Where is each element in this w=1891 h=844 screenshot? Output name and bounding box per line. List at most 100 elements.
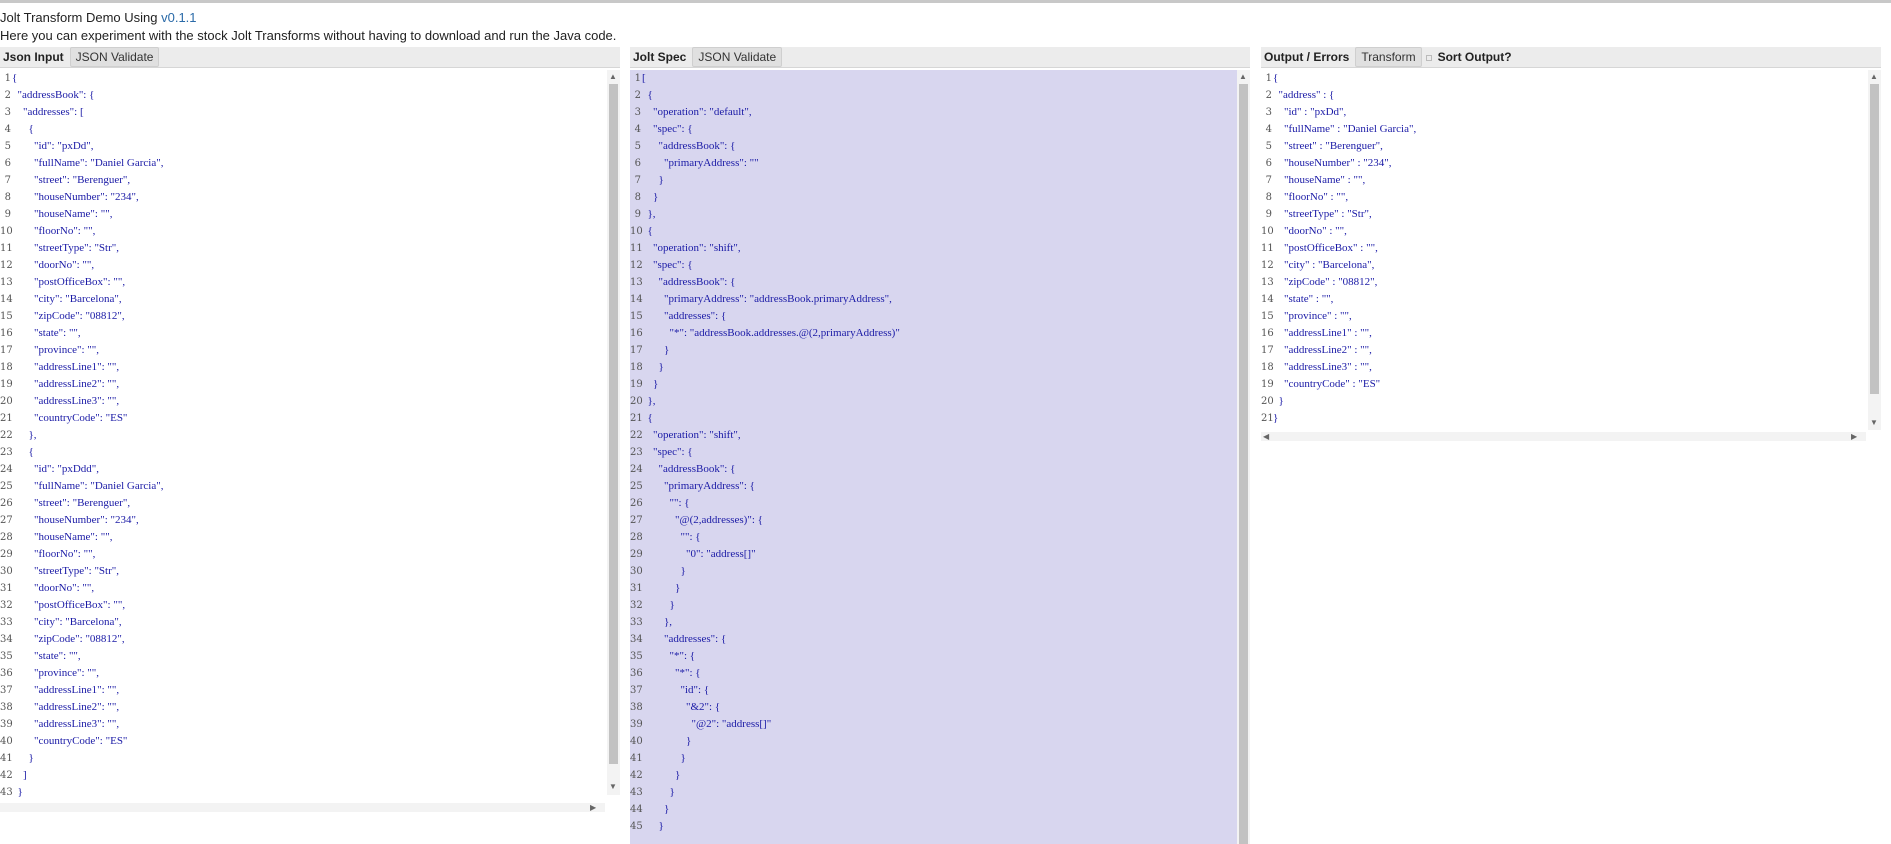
line-number: 15 — [1261, 311, 1274, 322]
spec-code[interactable]: [ { "operation": "default", "spec": { "a… — [642, 70, 1236, 835]
line-number: 45 — [630, 821, 643, 832]
scrollbar-thumb[interactable] — [609, 84, 618, 764]
input-editor[interactable]: 1 2 3 4 5 6 7 8 9 10 11 12 13 14 15 16 17 18 19 20 21 22 23 24 2… — [0, 70, 620, 815]
code-line: "@(2,addresses)": { — [642, 514, 763, 526]
code-line: "addressLine1" : "", — [1273, 327, 1372, 339]
code-line: ] — [12, 769, 27, 781]
line-number: 16 — [630, 328, 643, 339]
code-line: } — [642, 820, 664, 832]
output-panel-title: Output / Errors — [1264, 50, 1350, 64]
output-code[interactable]: { "address" : { "id" : "pxDd", "fullName… — [1273, 70, 1867, 427]
spec-vertical-scrollbar[interactable]: ▲ — [1237, 70, 1250, 844]
output-horizontal-scrollbar[interactable]: ◀ ▶ — [1261, 432, 1866, 441]
scroll-left-arrow[interactable]: ◀ — [1263, 432, 1269, 442]
code-line: "zipCode": "08812", — [12, 310, 125, 322]
code-line: "addressLine2" : "", — [1273, 344, 1372, 356]
line-number: 7 — [1265, 175, 1272, 186]
code-line: "city": "Barcelona", — [12, 293, 122, 305]
line-number: 2 — [4, 90, 11, 101]
output-editor[interactable]: 1 2 3 4 5 6 7 8 9 10 11 12 13 14 15 16 17 18 19 20 21 { "add… — [1261, 70, 1881, 450]
line-number: 13 — [1261, 277, 1274, 288]
scroll-right-arrow[interactable]: ▶ — [590, 803, 596, 813]
code-line: "floorNo" : "", — [1273, 191, 1349, 203]
scroll-up-arrow[interactable]: ▲ — [1239, 72, 1247, 82]
line-number: 2 — [634, 90, 641, 101]
sort-output-checkbox[interactable] — [1425, 54, 1432, 61]
line-number: 8 — [634, 192, 641, 203]
code-line: "houseNumber": "234", — [12, 514, 139, 526]
line-number: 27 — [0, 515, 13, 526]
line-number: 3 — [634, 107, 641, 118]
code-line: { — [1273, 72, 1279, 84]
spec-json-validate-button[interactable]: JSON Validate — [692, 47, 783, 67]
line-number: 5 — [634, 141, 641, 152]
scrollbar-thumb[interactable] — [1870, 84, 1879, 394]
input-code[interactable]: { "addressBook": { "addresses": [ { "id"… — [12, 70, 606, 801]
line-number: 41 — [630, 753, 643, 764]
line-number: 14 — [0, 294, 13, 305]
line-number: 6 — [4, 158, 11, 169]
code-line: "addressBook": { — [642, 140, 736, 152]
code-line: "countryCode": "ES" — [12, 412, 128, 424]
code-line: "spec": { — [642, 259, 693, 271]
spec-editor[interactable]: 1 2 3 4 5 6 7 8 9 10 11 12 13 14 15 16 17 18 19 20 21 22 23 24 2… — [630, 70, 1250, 844]
code-line: "postOfficeBox": "", — [12, 276, 126, 288]
line-number: 9 — [634, 209, 641, 220]
line-number: 16 — [1261, 328, 1274, 339]
line-number: 25 — [0, 481, 13, 492]
code-line: } — [12, 752, 34, 764]
code-line: "countryCode" : "ES" — [1273, 378, 1381, 390]
scroll-up-arrow[interactable]: ▲ — [609, 72, 617, 82]
version-link[interactable]: v0.1.1 — [161, 10, 196, 25]
line-number: 18 — [0, 362, 13, 373]
scroll-down-arrow[interactable]: ▼ — [1870, 418, 1878, 428]
line-number: 17 — [0, 345, 13, 356]
scroll-right-arrow[interactable]: ▶ — [1851, 432, 1857, 442]
code-line: "fullName": "Daniel Garcia", — [12, 480, 164, 492]
line-number: 37 — [630, 685, 643, 696]
output-vertical-scrollbar[interactable]: ▲ ▼ — [1868, 70, 1881, 430]
scroll-down-arrow[interactable]: ▼ — [609, 782, 617, 792]
code-line: } — [642, 803, 670, 815]
scrollbar-thumb[interactable] — [1239, 84, 1248, 844]
line-number-gutter: 1 2 3 4 5 6 7 8 9 10 11 12 13 14 15 16 17 18 19 20 21 — [1261, 70, 1274, 427]
scroll-up-arrow[interactable]: ▲ — [1870, 72, 1878, 82]
line-number: 35 — [630, 651, 643, 662]
code-line: }, — [642, 208, 656, 220]
line-number: 39 — [630, 719, 643, 730]
code-line: "operation": "default", — [642, 106, 752, 118]
input-json-validate-button[interactable]: JSON Validate — [69, 47, 160, 67]
line-number: 26 — [630, 498, 643, 509]
line-number: 17 — [1261, 345, 1274, 356]
line-number: 32 — [0, 600, 13, 611]
line-number: 15 — [630, 311, 643, 322]
code-line: "postOfficeBox": "", — [12, 599, 126, 611]
output-panel-header: Output / Errors Transform Sort Output? — [1261, 47, 1881, 68]
input-horizontal-scrollbar[interactable]: ▶ — [0, 803, 605, 812]
code-line: "addressLine2": "", — [12, 378, 120, 390]
line-number: 20 — [0, 396, 13, 407]
line-number: 40 — [0, 736, 13, 747]
code-line: "doorNo" : "", — [1273, 225, 1347, 237]
line-number: 35 — [0, 651, 13, 662]
input-vertical-scrollbar[interactable]: ▲ ▼ — [607, 70, 620, 795]
code-line: "houseName": "", — [12, 208, 113, 220]
code-line: "streetType": "Str", — [12, 565, 120, 577]
code-line: "city" : "Barcelona", — [1273, 259, 1375, 271]
code-line: { — [642, 89, 653, 101]
code-line: "*": "addressBook.addresses.@(2,primaryA… — [642, 327, 900, 339]
page-title: Jolt Transform Demo Using v0.1.1 — [0, 10, 197, 25]
code-line: "street": "Berenguer", — [12, 497, 131, 509]
code-line: "operation": "shift", — [642, 242, 741, 254]
code-line: } — [642, 769, 681, 781]
sort-output-label: Sort Output? — [1437, 50, 1512, 64]
code-line: { — [12, 123, 34, 135]
line-number: 42 — [630, 770, 643, 781]
line-number: 28 — [0, 532, 13, 543]
code-line: "addressLine3" : "", — [1273, 361, 1372, 373]
transform-button[interactable]: Transform — [1355, 47, 1422, 67]
code-line: "state" : "", — [1273, 293, 1334, 305]
spec-panel-header: Jolt Spec JSON Validate — [630, 47, 1250, 68]
code-line: "primaryAddress": "" — [642, 157, 759, 169]
code-line: "addressLine3": "", — [12, 718, 120, 730]
